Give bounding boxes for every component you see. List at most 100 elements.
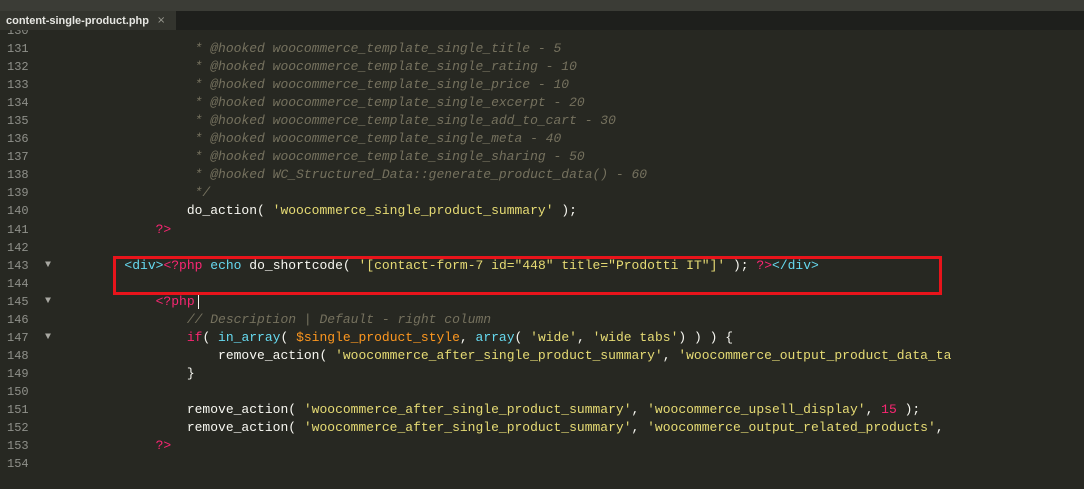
line-number: 151 — [7, 402, 29, 417]
code-token: 'woocommerce_after_single_product_summar… — [303, 401, 632, 417]
code-line[interactable]: 151 remove_action( 'woocommerce_after_si… — [0, 401, 1084, 419]
code-line[interactable]: 138 * @hooked WC_Structured_Data::genera… — [0, 166, 1084, 184]
code-line[interactable]: 133 * @hooked woocommerce_template_singl… — [0, 76, 1084, 94]
code-text: remove_action( 'woocommerce_after_single… — [62, 419, 944, 437]
code-text: <?php — [62, 293, 199, 311]
fold-arrow-icon[interactable]: ▼ — [45, 329, 51, 347]
code-token: * @hooked woocommerce_template_single_ex… — [186, 95, 585, 111]
code-token: 15 — [881, 401, 897, 417]
code-token: array — [475, 329, 515, 345]
code-token: * @hooked woocommerce_template_single_pr… — [186, 77, 570, 93]
code-line[interactable]: 143 ▼ <div><?php echo do_shortcode( '[con… — [0, 257, 1084, 275]
code-token: '[contact-form-7 id="448" title="Prodott… — [358, 257, 726, 273]
code-token: ( — [514, 329, 531, 345]
code-line[interactable]: 148 remove_action( 'woocommerce_after_si… — [0, 347, 1084, 365]
code-token: * @hooked woocommerce_template_single_me… — [186, 131, 562, 147]
close-icon[interactable]: × — [157, 15, 165, 26]
line-number: 154 — [7, 457, 29, 472]
code-token: do_shortcode( — [241, 257, 359, 273]
code-text: * — [62, 30, 203, 40]
code-token: 'woocommerce_upsell_display' — [647, 401, 866, 417]
code-text: ?> — [62, 437, 172, 455]
line-number: 139 — [7, 186, 29, 201]
line-number: 145 — [7, 294, 29, 309]
code-token: 'woocommerce_single_product_summary' — [272, 203, 554, 219]
code-token: ?> — [155, 438, 172, 454]
code-line[interactable]: 149 } — [0, 365, 1084, 383]
code-token: 'woocommerce_after_single_product_summar… — [335, 347, 663, 363]
code-line[interactable]: 137 * @hooked woocommerce_template_singl… — [0, 148, 1084, 166]
code-token: ); — [725, 257, 757, 273]
tab-content-single-product[interactable]: content-single-product.php × — [0, 11, 176, 30]
code-line[interactable]: 136 * @hooked woocommerce_template_singl… — [0, 130, 1084, 148]
code-token: if — [186, 329, 203, 345]
code-token: do_action( — [186, 203, 273, 219]
line-number: 141 — [7, 222, 29, 237]
code-line[interactable]: 139 */ — [0, 184, 1084, 202]
code-text: * @hooked woocommerce_template_single_me… — [62, 130, 562, 148]
editor-pane[interactable]: 130 * 131 * @hooked woocommerce_template_… — [0, 30, 1084, 489]
line-number: 132 — [7, 60, 29, 75]
code-line[interactable]: 140 do_action( 'woocommerce_single_produ… — [0, 202, 1084, 220]
code-token: echo — [210, 257, 242, 273]
line-number: 140 — [7, 204, 29, 219]
code-token: $single_product_style — [296, 329, 460, 345]
code-line[interactable]: 130 * — [0, 30, 1084, 40]
code-token: , — [631, 401, 648, 417]
code-line[interactable]: 132 * @hooked woocommerce_template_singl… — [0, 58, 1084, 76]
code-line[interactable]: 131 * @hooked woocommerce_template_singl… — [0, 40, 1084, 58]
code-token: // Description | Default - right column — [186, 311, 492, 327]
code-line[interactable]: 152 remove_action( 'woocommerce_after_si… — [0, 419, 1084, 437]
tab-bar: content-single-product.php × — [0, 11, 1084, 30]
code-line[interactable]: 147 ▼ if( in_array( $single_product_style… — [0, 329, 1084, 347]
line-number: 153 — [7, 439, 29, 454]
code-line[interactable]: 146 // Description | Default - right col… — [0, 311, 1084, 329]
fold-arrow-icon[interactable]: ▼ — [45, 257, 51, 275]
code-token: 'wide tabs' — [592, 329, 679, 345]
line-number: 137 — [7, 150, 29, 165]
line-number: 131 — [7, 42, 29, 57]
code-token: in_array — [218, 329, 281, 345]
code-line[interactable]: 145 ▼ <?php — [0, 293, 1084, 311]
code-token: * @hooked WC_Structured_Data::generate_p… — [186, 167, 648, 183]
code-token: ); — [896, 401, 921, 417]
code-token: ?> — [155, 221, 172, 237]
code-line[interactable]: 134 * @hooked woocommerce_template_singl… — [0, 94, 1084, 112]
code-token: 'wide' — [530, 329, 577, 345]
line-number: 138 — [7, 168, 29, 183]
code-token: remove_action( — [186, 420, 304, 436]
code-line[interactable]: 150 — [0, 383, 1084, 401]
code-token: , — [935, 420, 944, 436]
code-token: 'woocommerce_output_related_products' — [647, 420, 936, 436]
code-token: ) ) ) { — [678, 329, 733, 345]
code-token: remove_action( — [186, 401, 304, 417]
code-lines: 130 * 131 * @hooked woocommerce_template_… — [0, 30, 1084, 473]
code-text: do_action( 'woocommerce_single_product_s… — [62, 202, 577, 220]
code-line[interactable]: 141 ?> — [0, 221, 1084, 239]
code-line[interactable]: 144 — [0, 275, 1084, 293]
code-line[interactable]: 135 * @hooked woocommerce_template_singl… — [0, 112, 1084, 130]
line-number: 130 — [7, 30, 29, 38]
code-line[interactable]: 154 — [0, 455, 1084, 473]
code-text: <div><?php echo do_shortcode( '[contact-… — [62, 257, 818, 275]
code-token: * @hooked woocommerce_template_single_ti… — [186, 41, 562, 57]
fold-arrow-icon[interactable]: ▼ — [45, 293, 51, 311]
code-token: */ — [186, 185, 211, 201]
code-line[interactable]: 142 — [0, 239, 1084, 257]
code-line[interactable]: 153 ?> — [0, 437, 1084, 455]
code-text: * @hooked woocommerce_template_single_sh… — [62, 148, 585, 166]
code-token: ( — [202, 329, 219, 345]
text-cursor — [197, 293, 199, 309]
code-token: * — [186, 30, 203, 38]
code-editor-window: content-single-product.php × 130 * 131 * … — [0, 0, 1084, 489]
code-token: <?php — [155, 293, 195, 309]
code-text: * @hooked woocommerce_template_single_ex… — [62, 94, 585, 112]
line-number: 134 — [7, 96, 29, 111]
code-token: ); — [553, 203, 577, 219]
line-number: 135 — [7, 114, 29, 129]
line-number: 147 — [7, 330, 29, 345]
line-number: 149 — [7, 366, 29, 381]
line-number: 133 — [7, 78, 29, 93]
code-token: 'woocommerce_after_single_product_summar… — [303, 420, 632, 436]
code-token: , — [631, 420, 648, 436]
